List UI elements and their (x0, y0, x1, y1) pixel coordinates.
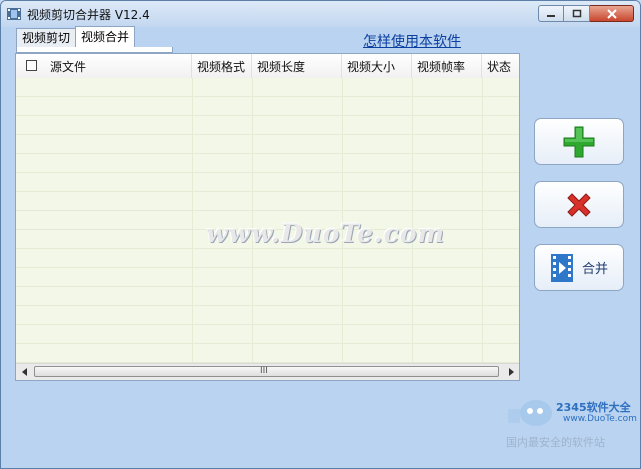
column-status[interactable]: 状态 (482, 54, 519, 78)
scrollbar-grip: III (260, 366, 268, 376)
remove-file-button[interactable] (534, 181, 624, 228)
tab-video-merge[interactable]: 视频合并 (75, 26, 136, 47)
list-header: 源文件 视频格式 视频长度 视频大小 视频帧率 状态 (16, 54, 519, 79)
window-title: 视频剪切合并器 V12.4 (27, 8, 150, 22)
column-source-file[interactable]: 源文件 (16, 54, 192, 78)
grid-line (192, 78, 193, 368)
grid-line (482, 78, 483, 368)
column-size[interactable]: 视频大小 (342, 54, 412, 78)
column-length[interactable]: 视频长度 (252, 54, 342, 78)
film-play-icon (550, 253, 573, 282)
file-list[interactable]: 源文件 视频格式 视频长度 视频大小 视频帧率 状态 III (15, 53, 520, 381)
site-url: www.DuoTe.com (563, 414, 637, 424)
app-icon (7, 8, 21, 20)
tab-video-cut[interactable]: 视频剪切 (16, 28, 77, 47)
site-brand: 2345软件大全 (556, 401, 631, 414)
delete-icon (567, 192, 591, 217)
plus-icon (563, 126, 595, 157)
column-format[interactable]: 视频格式 (192, 54, 252, 78)
add-file-button[interactable] (534, 118, 624, 165)
scroll-left-button[interactable] (16, 364, 33, 380)
merge-label: 合并 (581, 262, 608, 277)
caption-buttons (538, 5, 634, 22)
column-framerate[interactable]: 视频帧率 (412, 54, 482, 78)
column-label: 源文件 (50, 60, 87, 74)
maximize-icon (572, 9, 581, 18)
horizontal-scrollbar[interactable]: III (16, 363, 519, 380)
scrollbar-thumb[interactable]: III (34, 366, 499, 377)
help-link[interactable]: 怎样使用本软件 (363, 31, 461, 51)
tab-bar: 视频剪切 视频合并 (16, 26, 136, 48)
arrow-left-icon (21, 368, 27, 376)
merge-button[interactable]: 合并 (534, 244, 624, 291)
scroll-right-button[interactable] (502, 364, 519, 380)
title-bar[interactable]: 视频剪切合并器 V12.4 (1, 1, 640, 27)
close-icon (606, 8, 617, 19)
close-button[interactable] (590, 5, 634, 22)
minimize-button[interactable] (538, 5, 564, 22)
arrow-right-icon (508, 368, 514, 376)
maximize-button[interactable] (564, 5, 590, 22)
app-window: 视频剪切合并器 V12.4 视频剪切 视频合并 怎样使用本软件 源文件 视频格式… (0, 0, 641, 469)
minimize-icon (547, 14, 555, 17)
select-all-checkbox[interactable] (26, 60, 37, 71)
watermark-text: www.DuoTe.com (206, 219, 445, 248)
site-slogan: 国内最安全的软件站 (506, 436, 605, 449)
